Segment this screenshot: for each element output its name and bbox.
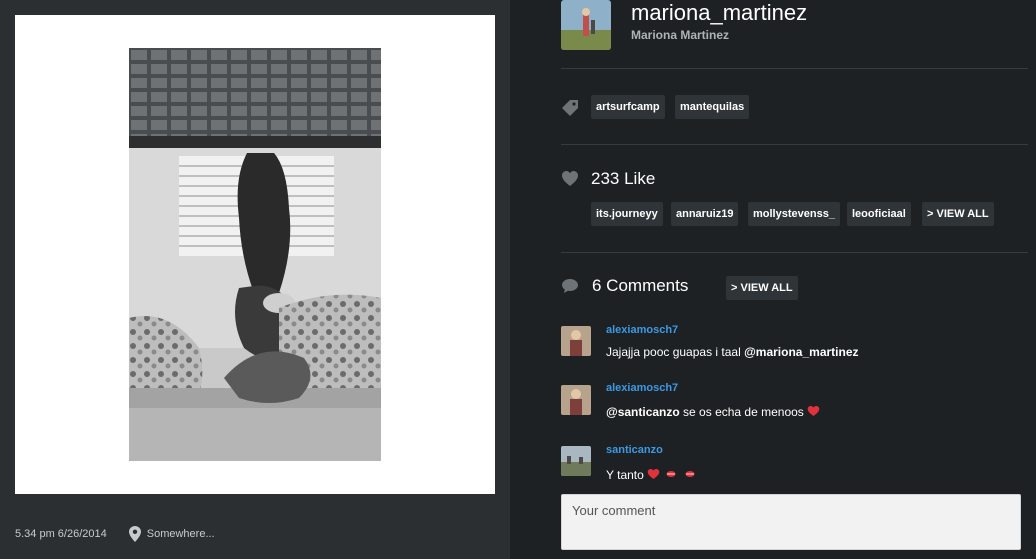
photo-meta: 5.34 pm 6/26/2014 Somewhere... bbox=[15, 525, 215, 543]
avatar-image bbox=[561, 446, 591, 476]
liker-chip[interactable]: mollystevenss_ bbox=[748, 202, 840, 226]
comment-text: @santicanzo se os echa de menoos bbox=[606, 405, 820, 419]
divider bbox=[561, 252, 1028, 253]
profile-username[interactable]: mariona_martinez bbox=[631, 0, 807, 26]
comment-username[interactable]: alexiamosch7 bbox=[606, 382, 678, 394]
divider bbox=[561, 144, 1028, 145]
comment-avatar[interactable] bbox=[561, 385, 591, 415]
kiss-lips-emoji-icon bbox=[685, 471, 695, 477]
post-photo[interactable] bbox=[129, 48, 381, 461]
divider bbox=[561, 68, 1028, 69]
likes-view-all-button[interactable]: > VIEW ALL bbox=[922, 202, 994, 226]
red-heart-emoji-icon bbox=[807, 405, 820, 417]
location-pin-icon bbox=[128, 526, 141, 542]
comment-mention[interactable]: @mariona_martinez bbox=[744, 345, 858, 359]
comment-bubble-icon bbox=[562, 279, 578, 293]
profile-fullname: Mariona Martinez bbox=[631, 28, 730, 42]
liker-chip[interactable]: leooficiaal bbox=[847, 202, 911, 226]
photo-frame bbox=[15, 15, 495, 494]
liker-chip[interactable]: its.journeyy bbox=[591, 202, 663, 226]
kiss-lips-emoji-icon bbox=[666, 471, 675, 477]
post-timestamp: 5.34 pm 6/26/2014 bbox=[15, 528, 107, 540]
comment-avatar[interactable] bbox=[561, 326, 591, 356]
comment-text: Y tanto bbox=[606, 468, 695, 482]
comment-username[interactable]: alexiamosch7 bbox=[606, 324, 678, 336]
avatar-image bbox=[561, 326, 591, 356]
likes-count: 233 Like bbox=[591, 169, 656, 188]
photo-illustration bbox=[129, 48, 381, 461]
tag-chip[interactable]: artsurfcamp bbox=[591, 95, 665, 119]
comment-text: Jajajja pooc guapas i taal @mariona_mart… bbox=[606, 345, 859, 359]
comments-view-all-button[interactable]: > VIEW ALL bbox=[726, 276, 798, 300]
comment-input[interactable] bbox=[561, 494, 1021, 550]
post-location[interactable]: Somewhere... bbox=[147, 528, 215, 540]
heart-icon[interactable] bbox=[561, 170, 579, 188]
comment-avatar[interactable] bbox=[561, 446, 591, 476]
avatar-image bbox=[561, 385, 591, 415]
comment-username[interactable]: santicanzo bbox=[606, 444, 663, 456]
profile-avatar[interactable] bbox=[561, 0, 611, 50]
liker-chip[interactable]: annaruiz19 bbox=[671, 202, 739, 226]
comment-mention[interactable]: @santicanzo bbox=[606, 405, 680, 419]
tag-chip[interactable]: mantequilas bbox=[675, 95, 750, 119]
red-heart-emoji-icon bbox=[647, 468, 660, 480]
tag-icon bbox=[562, 100, 578, 116]
avatar-image bbox=[561, 0, 611, 50]
comments-count: 6 Comments bbox=[592, 276, 689, 295]
details-panel: mariona_martinez Mariona Martinez artsur… bbox=[510, 0, 1036, 559]
photo-panel: 5.34 pm 6/26/2014 Somewhere... bbox=[0, 0, 510, 559]
